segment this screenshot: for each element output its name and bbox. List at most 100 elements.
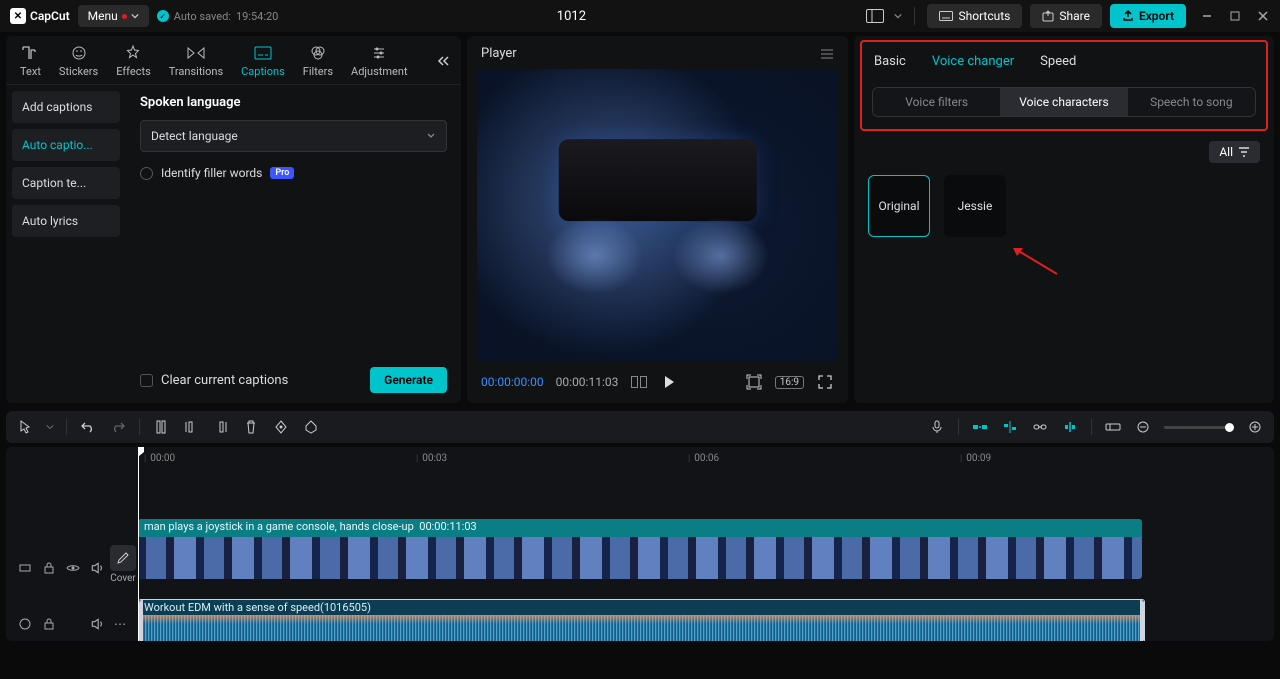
zoom-out-button[interactable]: [1134, 418, 1152, 436]
mic-button[interactable]: [928, 418, 946, 436]
captions-side-list: Add captions Auto captio... Caption te..…: [6, 85, 126, 403]
tab-filters[interactable]: Filters: [297, 42, 339, 80]
language-select[interactable]: Detect language: [140, 120, 447, 152]
tab-captions[interactable]: Captions: [235, 42, 291, 80]
player-title: Player: [481, 46, 517, 61]
menu-button[interactable]: Menu: [78, 5, 149, 27]
speaker-icon[interactable]: [90, 561, 104, 575]
timeline-body[interactable]: 00:00 00:03 00:06 00:09 man plays a joys…: [138, 447, 1274, 641]
tab-transitions[interactable]: Transitions: [163, 42, 229, 80]
play-button[interactable]: [660, 373, 678, 391]
audio-clip[interactable]: Workout EDM with a sense of speed(101650…: [138, 599, 1145, 641]
chevron-down-icon[interactable]: [46, 423, 54, 431]
compare-icon[interactable]: [630, 373, 648, 391]
clip-handle-left[interactable]: [139, 600, 143, 641]
maximize-button[interactable]: [1228, 9, 1242, 23]
ruler-tick: 00:03: [416, 453, 447, 464]
playhead[interactable]: [138, 447, 139, 641]
video-clip[interactable]: man plays a joystick in a game console, …: [138, 519, 1142, 579]
marker-button[interactable]: [302, 418, 320, 436]
collapse-button[interactable]: [433, 51, 453, 71]
crop-button[interactable]: [272, 418, 290, 436]
tab-adjustment[interactable]: Adjustment: [345, 42, 414, 80]
tab-voice-changer[interactable]: Voice changer: [932, 54, 1014, 69]
tab-basic[interactable]: Basic: [874, 54, 906, 69]
clear-captions-checkbox[interactable]: Clear current captions: [140, 373, 288, 388]
share-button[interactable]: Share: [1030, 4, 1102, 28]
tab-text[interactable]: Text: [14, 42, 47, 80]
filler-words-checkbox[interactable]: Identify filler words Pro: [140, 166, 447, 180]
share-icon: [1042, 10, 1054, 22]
collapse-track-icon[interactable]: [18, 561, 32, 575]
export-button[interactable]: Export: [1110, 4, 1186, 28]
trim-left-button[interactable]: [182, 418, 200, 436]
close-button[interactable]: [1256, 9, 1270, 23]
captions-options-panel: Spoken language Detect language Identify…: [126, 85, 461, 403]
chevron-down-icon: [426, 131, 436, 141]
menu-icon[interactable]: [820, 48, 834, 60]
speaker-icon[interactable]: [90, 617, 104, 631]
player-panel: Player 00:00:00:00 00:00:11:03 16:9: [467, 36, 848, 403]
zoom-in-button[interactable]: [1246, 418, 1264, 436]
checkbox-icon: [140, 374, 153, 387]
minimize-button[interactable]: [1200, 9, 1214, 23]
shortcuts-button[interactable]: Shortcuts: [927, 4, 1022, 28]
tab-effects[interactable]: Effects: [110, 42, 157, 80]
clip-handle-right[interactable]: [1140, 600, 1144, 641]
pointer-tool[interactable]: [16, 418, 34, 436]
annotation-arrow-icon: [1009, 246, 1059, 276]
eye-icon[interactable]: [66, 561, 80, 575]
pro-badge: Pro: [270, 167, 294, 179]
generate-button[interactable]: Generate: [370, 367, 447, 393]
more-icon[interactable]: ⋯: [114, 617, 126, 631]
all-filter-button[interactable]: All: [1209, 141, 1260, 163]
cover-button[interactable]: Cover: [108, 545, 138, 584]
chevron-down-icon[interactable]: [894, 12, 902, 20]
timeline-toolbar: [6, 411, 1274, 443]
redo-button[interactable]: [109, 418, 127, 436]
aspect-ratio[interactable]: 16:9: [775, 376, 804, 389]
zoom-slider[interactable]: [1164, 426, 1234, 429]
side-item-add-captions[interactable]: Add captions: [12, 91, 120, 123]
side-item-auto-lyrics[interactable]: Auto lyrics: [12, 205, 120, 237]
timeline-settings-icon[interactable]: [1104, 418, 1122, 436]
collapse-track-icon[interactable]: [18, 617, 32, 631]
link-icon[interactable]: [1031, 418, 1049, 436]
magnet-clip-icon[interactable]: [971, 418, 989, 436]
preview-viewport[interactable]: [477, 69, 838, 361]
audio-clip-label: Workout EDM with a sense of speed(101650…: [139, 600, 1144, 615]
timeline-ruler[interactable]: 00:00 00:03 00:06 00:09: [138, 447, 1274, 475]
subtab-voice-characters[interactable]: Voice characters: [1000, 88, 1127, 116]
tab-stickers[interactable]: Stickers: [53, 42, 104, 80]
scale-icon[interactable]: [745, 373, 763, 391]
trim-right-button[interactable]: [212, 418, 230, 436]
lock-icon[interactable]: [42, 561, 56, 575]
app-logo: ✕ CapCut: [10, 8, 70, 24]
voice-card-original[interactable]: Original: [868, 175, 930, 237]
tab-speed[interactable]: Speed: [1040, 54, 1076, 69]
keyboard-icon: [939, 11, 953, 21]
autosave-status: ✓ Auto saved: 19:54:20: [157, 10, 279, 23]
delete-button[interactable]: [242, 418, 260, 436]
side-item-caption-templates[interactable]: Caption te...: [12, 167, 120, 199]
layout-icon[interactable]: [864, 5, 886, 27]
left-panel: Text Stickers Effects Transitions Captio…: [6, 36, 461, 403]
subtab-voice-filters[interactable]: Voice filters: [873, 88, 1000, 116]
player-controls: 00:00:00:00 00:00:11:03 16:9: [467, 365, 848, 403]
timeline-track-headers: ⋯ ⋯ Cover: [6, 447, 138, 641]
voice-card-jessie[interactable]: Jessie: [944, 175, 1006, 237]
split-button[interactable]: [152, 418, 170, 436]
preview-axis-icon[interactable]: [1061, 418, 1079, 436]
undo-button[interactable]: [79, 418, 97, 436]
side-item-auto-captions[interactable]: Auto captio...: [12, 129, 120, 161]
subtab-speech-to-song[interactable]: Speech to song: [1128, 88, 1255, 116]
snap-icon[interactable]: [1001, 418, 1019, 436]
lock-icon[interactable]: [42, 617, 56, 631]
captions-icon: [253, 44, 273, 62]
ruler-tick: 00:09: [960, 453, 991, 464]
tool-tabs: Text Stickers Effects Transitions Captio…: [6, 36, 461, 85]
inspector-tabs: Basic Voice changer Speed: [862, 42, 1266, 75]
fullscreen-icon[interactable]: [816, 373, 834, 391]
project-title: 1012: [278, 9, 864, 24]
total-time: 00:00:11:03: [556, 375, 619, 389]
